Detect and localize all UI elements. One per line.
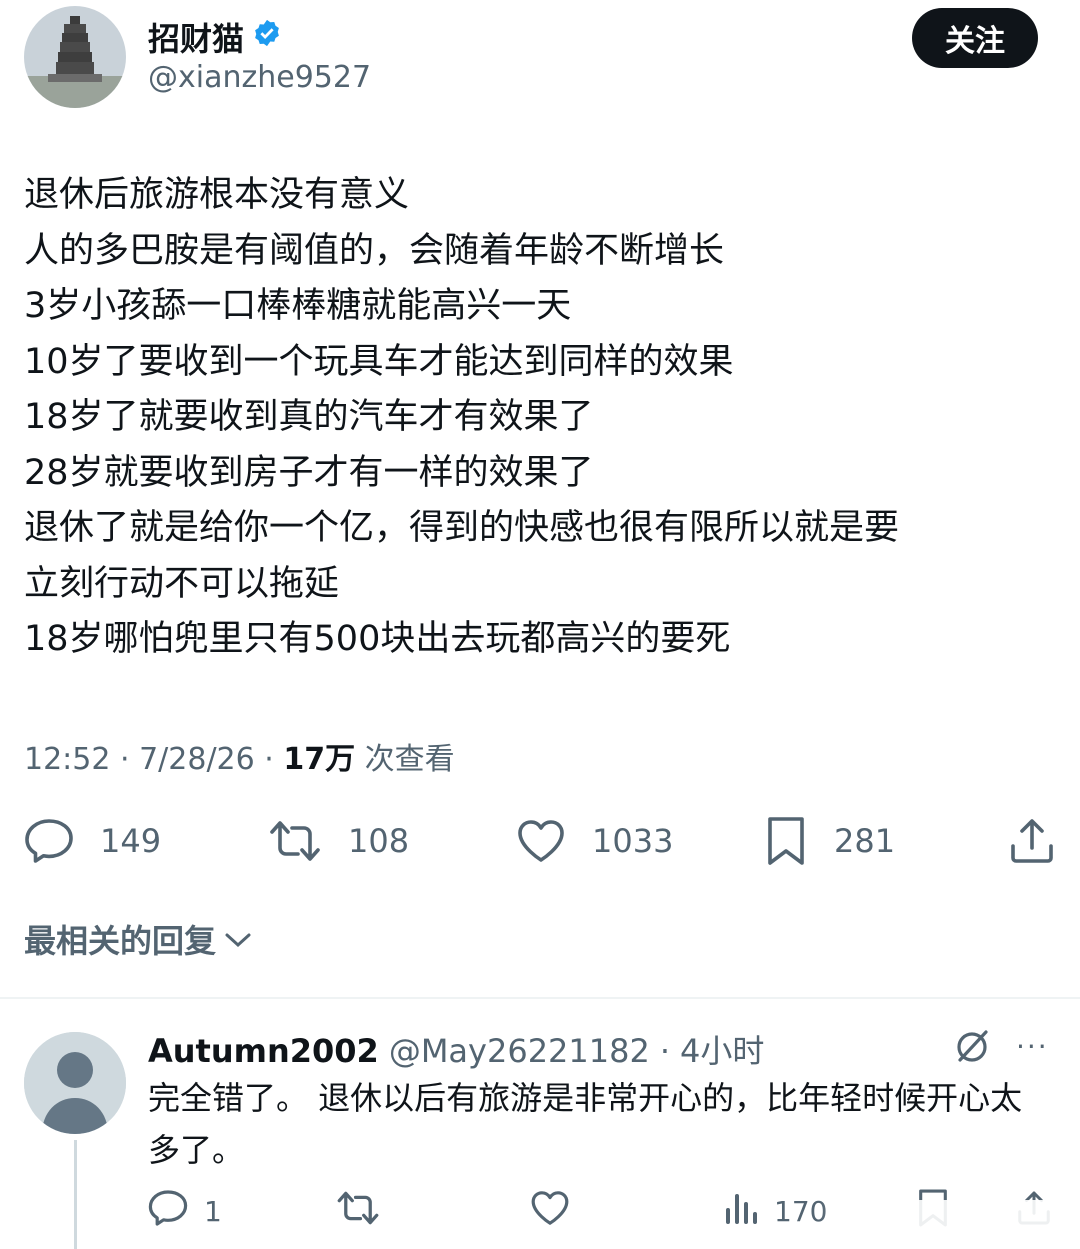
- like-button[interactable]: 1033: [516, 814, 673, 868]
- post-line: 3岁小孩舔一口棒棒糖就能高兴一天: [24, 286, 572, 326]
- reply-reply-count: 1: [204, 1194, 222, 1228]
- reply-count: 149: [100, 822, 162, 860]
- divider: [0, 997, 1080, 999]
- verified-badge-icon: [252, 18, 282, 56]
- post-line: 退休后旅游根本没有意义: [24, 175, 410, 215]
- reply-author-handle[interactable]: @May26221182: [389, 1032, 650, 1070]
- like-icon: [516, 818, 566, 864]
- post-line: 18岁了就要收到真的汽车才有效果了: [24, 397, 594, 437]
- reply-dot: ·: [659, 1032, 671, 1070]
- bookmark-button[interactable]: 281: [764, 814, 895, 868]
- author-avatar[interactable]: [24, 6, 126, 108]
- post-line: 退休了就是给你一个亿，得到的快感也很有限所以就是要: [24, 508, 900, 548]
- reply-views-button[interactable]: 170: [724, 1188, 827, 1234]
- views-label: 次查看: [364, 742, 455, 777]
- reply-button[interactable]: 149: [24, 814, 161, 868]
- replies-sort-dropdown[interactable]: 最相关的回复: [24, 916, 252, 962]
- post-line: 立刻行动不可以拖延: [24, 563, 340, 604]
- post-line: 10岁了要收到一个玩具车才能达到同样的效果: [24, 341, 734, 382]
- post-date[interactable]: 7/28/26: [139, 742, 255, 777]
- reply-header: Autumn2002 @May26221182 · 4小时: [148, 1026, 764, 1072]
- reply-repost-button[interactable]: [336, 1188, 380, 1234]
- chevron-down-icon: [224, 920, 252, 958]
- post-time[interactable]: 12:52: [24, 742, 110, 777]
- post-line: 18岁哪怕兜里只有500块出去玩都高兴的要死: [24, 619, 731, 659]
- more-icon[interactable]: ···: [1016, 1030, 1049, 1063]
- repost-button[interactable]: 108: [268, 814, 409, 868]
- author-handle[interactable]: @xianzhe9527: [148, 60, 371, 95]
- share-icon: [1008, 816, 1056, 866]
- reply-icon: [24, 818, 74, 864]
- follow-button[interactable]: 关注: [912, 8, 1038, 68]
- share-button[interactable]: [1008, 814, 1056, 868]
- reply-like-button[interactable]: [530, 1188, 570, 1234]
- reply-author-name[interactable]: Autumn2002: [148, 1032, 379, 1070]
- thread-line: [74, 1140, 77, 1249]
- views-icon: [724, 1190, 758, 1233]
- reply-time[interactable]: 4小时: [680, 1026, 764, 1072]
- author-display-name-row[interactable]: 招财猫: [148, 14, 282, 60]
- bookmark-count: 281: [834, 822, 896, 860]
- post-line: 人的多巴胺是有阈值的，会随着年龄不断增长: [24, 230, 725, 271]
- like-count: 1033: [592, 822, 674, 860]
- views-count: 17万: [283, 742, 356, 777]
- repost-icon: [268, 818, 322, 864]
- post-text: 退休后旅游根本没有意义 人的多巴胺是有阈值的，会随着年龄不断增长 3岁小孩舔一口…: [24, 168, 1064, 668]
- replies-heading: 最相关的回复: [24, 922, 217, 960]
- repost-icon: [336, 1189, 380, 1234]
- author-name[interactable]: 招财猫: [148, 14, 244, 60]
- reply-reply-button[interactable]: 1: [148, 1188, 222, 1234]
- repost-count: 108: [348, 822, 410, 860]
- reply-icon: [148, 1189, 188, 1234]
- reply-avatar[interactable]: [24, 1032, 126, 1134]
- watermark-overlay: [820, 1200, 1080, 1240]
- like-icon: [530, 1189, 570, 1234]
- grok-icon[interactable]: [952, 1026, 992, 1070]
- post-line: 28岁就要收到房子才有一样的效果了: [24, 452, 594, 493]
- post-meta: 12:52 · 7/28/26 · 17万 次查看: [24, 742, 455, 777]
- reply-text: 完全错了。 退休以后有旅游是非常开心的，比年轻时候开心太多了。: [148, 1079, 1023, 1169]
- bookmark-icon: [764, 815, 808, 867]
